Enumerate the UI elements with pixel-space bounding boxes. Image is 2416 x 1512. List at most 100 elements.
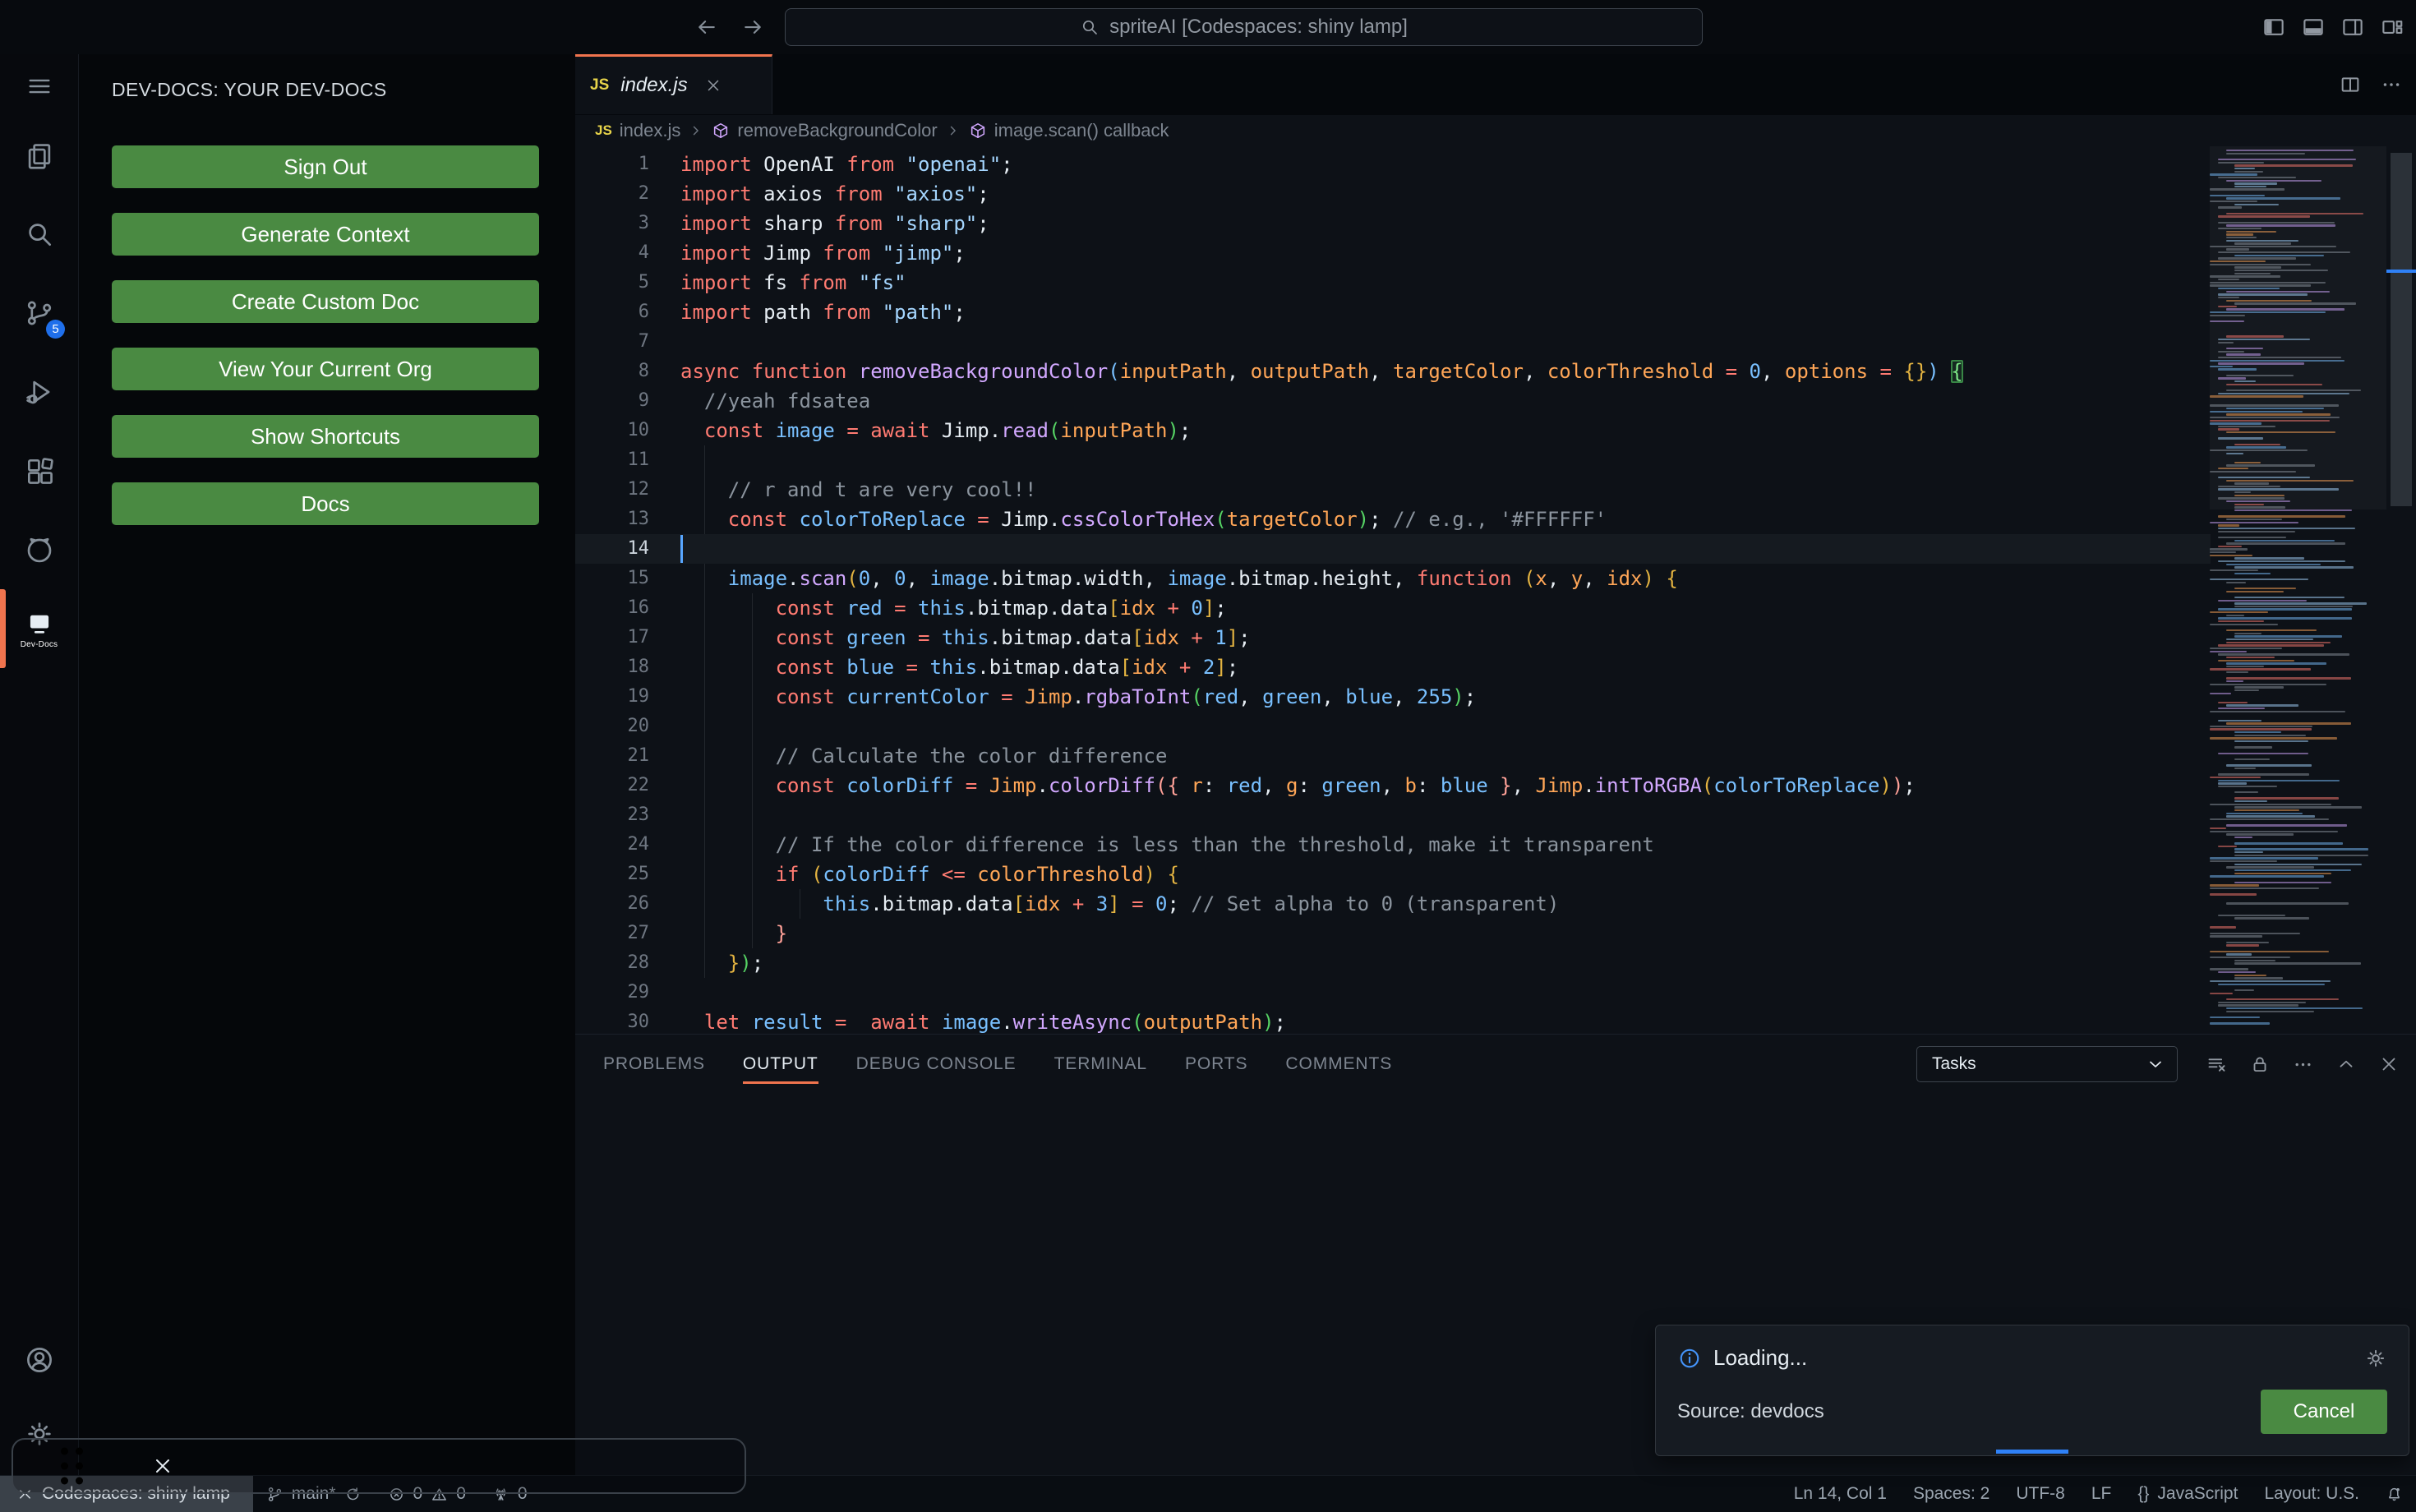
scrollbar-thumb[interactable] [2391, 153, 2412, 506]
code-line-15[interactable]: 15 image.scan(0, 0, image.bitmap.width, … [575, 564, 2211, 593]
close-widget-icon[interactable] [151, 1454, 174, 1477]
code-line-25[interactable]: 25 if (colorDiff <= colorThreshold) { [575, 860, 2211, 889]
status-text: {} [2137, 1484, 2149, 1504]
lock-scroll-icon[interactable] [2249, 1053, 2271, 1075]
maximize-panel-icon[interactable] [2335, 1053, 2357, 1075]
panel-tab-ports[interactable]: PORTS [1185, 1035, 1247, 1094]
panel-tab-comments[interactable]: COMMENTS [1285, 1035, 1392, 1094]
bell-dot-icon [2386, 1486, 2403, 1503]
sidebar-button-view-your-current-org[interactable]: View Your Current Org [112, 348, 539, 390]
notification-settings-icon[interactable] [2364, 1347, 2387, 1370]
panel-tab-problems[interactable]: PROBLEMS [603, 1035, 705, 1094]
code-line-3[interactable]: 3import sharp from "sharp"; [575, 209, 2211, 238]
code-line-5[interactable]: 5import fs from "fs" [575, 268, 2211, 297]
back-icon[interactable] [694, 15, 719, 39]
breadcrumb-item[interactable]: image.scan() callback [994, 120, 1169, 141]
status-screencast-layout[interactable]: Layout: U.S. [2251, 1476, 2372, 1512]
activity-item-menu[interactable] [0, 59, 78, 113]
close-panel-icon[interactable] [2378, 1053, 2400, 1075]
code-line-13[interactable]: 13 const colorToReplace = Jimp.cssColorT… [575, 505, 2211, 534]
output-channel-select[interactable]: Tasks [1916, 1046, 2178, 1082]
tab-index-js[interactable]: JS index.js [575, 54, 772, 114]
forward-icon[interactable] [740, 15, 765, 39]
close-tab-icon[interactable] [704, 76, 722, 94]
activity-item-dev-docs[interactable]: Dev-Docs [0, 602, 78, 656]
more-actions-icon[interactable] [2380, 73, 2403, 96]
code-line-11[interactable]: 11 [575, 445, 2211, 475]
floating-widget[interactable] [12, 1438, 746, 1494]
breadcrumb-item[interactable]: index.js [620, 120, 681, 141]
activity-item-search[interactable] [0, 207, 78, 261]
status-notifications[interactable] [2372, 1476, 2416, 1512]
code-line-10[interactable]: 10 const image = await Jimp.read(inputPa… [575, 416, 2211, 445]
status-encoding[interactable]: UTF-8 [2003, 1476, 2078, 1512]
code-line-28[interactable]: 28 }); [575, 948, 2211, 978]
code-line-6[interactable]: 6import path from "path"; [575, 297, 2211, 327]
code-line-8[interactable]: 8async function removeBackgroundColor(in… [575, 357, 2211, 386]
code-line-17[interactable]: 17 const green = this.bitmap.data[idx + … [575, 623, 2211, 652]
status-eol[interactable]: LF [2078, 1476, 2125, 1512]
activity-item-extensions[interactable] [0, 444, 78, 498]
activity-item-source-control[interactable]: 5 [0, 286, 78, 340]
panel-tab-output[interactable]: OUTPUT [743, 1035, 818, 1094]
customize-layout-icon[interactable] [2380, 15, 2404, 39]
toggle-secondary-sidebar-icon[interactable] [2340, 15, 2365, 39]
drag-handle-icon[interactable] [61, 1448, 83, 1485]
code-line-19[interactable]: 19 const currentColor = Jimp.rgbaToInt(r… [575, 682, 2211, 712]
code-line-9[interactable]: 9 //yeah fdsatea [575, 386, 2211, 416]
status-cursor-position[interactable]: Ln 14, Col 1 [1781, 1476, 1900, 1512]
sidebar-button-create-custom-doc[interactable]: Create Custom Doc [112, 280, 539, 323]
line-number: 12 [575, 475, 680, 505]
clear-output-icon[interactable] [2206, 1053, 2228, 1076]
activity-item-accounts[interactable] [0, 1333, 78, 1387]
code-line-14[interactable]: 14 [575, 534, 2211, 564]
status-language[interactable]: {}JavaScript [2124, 1476, 2251, 1512]
activity-item-explorer[interactable] [0, 129, 78, 183]
line-number: 11 [575, 445, 680, 475]
command-center-search[interactable]: spriteAI [Codespaces: shiny lamp] [785, 8, 1703, 46]
line-number: 7 [575, 327, 680, 357]
panel-tab-terminal[interactable]: TERMINAL [1054, 1035, 1147, 1094]
code-line-12[interactable]: 12 // r and t are very cool!! [575, 475, 2211, 505]
code-line-26[interactable]: 26 this.bitmap.data[idx + 3] = 0; // Set… [575, 889, 2211, 919]
activity-item-github[interactable] [0, 523, 78, 577]
code-line-27[interactable]: 27 } [575, 919, 2211, 948]
progress-bar [1996, 1450, 2068, 1454]
code-line-1[interactable]: 1import OpenAI from "openai"; [575, 150, 2211, 179]
sidebar-dev-docs: DEV-DOCS: YOUR DEV-DOCS Sign OutGenerate… [79, 54, 576, 1476]
breadcrumb: JSindex.jsremoveBackgroundColorimage.sca… [575, 115, 2416, 146]
line-number: 3 [575, 209, 680, 238]
code-line-4[interactable]: 4import Jimp from "jimp"; [575, 238, 2211, 268]
panel-tab-debug-console[interactable]: DEBUG CONSOLE [856, 1035, 1017, 1094]
code-line-23[interactable]: 23 [575, 800, 2211, 830]
toggle-panel-icon[interactable] [2301, 15, 2326, 39]
code-line-7[interactable]: 7 [575, 327, 2211, 357]
activity-item-run-and-debug[interactable] [0, 365, 78, 419]
code-line-21[interactable]: 21 // Calculate the color difference [575, 741, 2211, 771]
sidebar-button-docs[interactable]: Docs [112, 482, 539, 525]
sidebar-button-generate-context[interactable]: Generate Context [112, 213, 539, 256]
code-line-30[interactable]: 30 let result = await image.writeAsync(o… [575, 1007, 2211, 1034]
code-line-20[interactable]: 20 [575, 712, 2211, 741]
code-line-24[interactable]: 24 // If the color difference is less th… [575, 830, 2211, 860]
minimap[interactable] [2210, 150, 2386, 1034]
code-editor[interactable]: 1import OpenAI from "openai";2import axi… [575, 146, 2416, 1034]
breadcrumb-item[interactable]: removeBackgroundColor [737, 120, 937, 141]
line-number: 23 [575, 800, 680, 830]
code-line-29[interactable]: 29 [575, 978, 2211, 1007]
code-line-18[interactable]: 18 const blue = this.bitmap.data[idx + 2… [575, 652, 2211, 682]
split-editor-icon[interactable] [2339, 73, 2362, 96]
sidebar-button-show-shortcuts[interactable]: Show Shortcuts [112, 415, 539, 458]
code-line-22[interactable]: 22 const colorDiff = Jimp.colorDiff({ r:… [575, 771, 2211, 800]
editor-scrollbar[interactable] [2386, 146, 2416, 1034]
toggle-sidebar-icon[interactable] [2262, 15, 2286, 39]
sidebar-button-sign-out[interactable]: Sign Out [112, 145, 539, 188]
symbol-cube-icon [969, 122, 987, 140]
panel-more-icon[interactable] [2292, 1053, 2314, 1076]
cancel-button[interactable]: Cancel [2261, 1390, 2387, 1434]
line-number: 6 [575, 297, 680, 327]
code-line-2[interactable]: 2import axios from "axios"; [575, 179, 2211, 209]
code-line-16[interactable]: 16 const red = this.bitmap.data[idx + 0]… [575, 593, 2211, 623]
status-indentation[interactable]: Spaces: 2 [1900, 1476, 2003, 1512]
line-number: 4 [575, 238, 680, 268]
